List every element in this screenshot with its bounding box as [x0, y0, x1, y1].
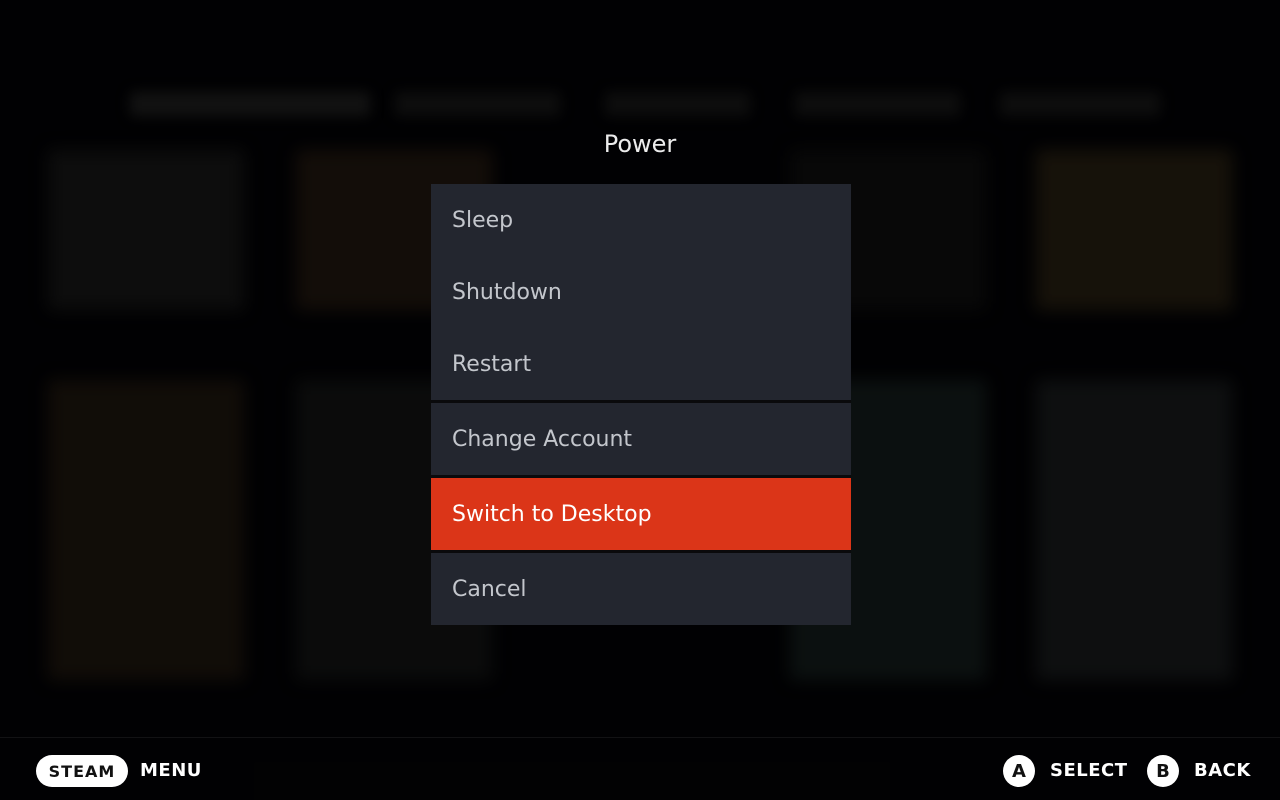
back-hint-label: BACK	[1194, 760, 1251, 781]
menu-group-power: Sleep Shutdown Restart	[431, 184, 851, 400]
menu-item-cancel[interactable]: Cancel	[431, 553, 851, 625]
menu-item-change-account[interactable]: Change Account	[431, 403, 851, 475]
menu-group-cancel: Cancel	[431, 553, 851, 625]
a-button-icon[interactable]: A	[1003, 755, 1035, 787]
menu-item-restart[interactable]: Restart	[431, 328, 851, 400]
menu-group-account: Change Account	[431, 403, 851, 475]
menu-item-switch-to-desktop[interactable]: Switch to Desktop	[431, 478, 851, 550]
menu-hint-label: MENU	[140, 760, 202, 781]
footer-hints: STEAM MENU A SELECT B BACK	[0, 737, 1280, 800]
menu-item-sleep[interactable]: Sleep	[431, 184, 851, 256]
menu-item-shutdown[interactable]: Shutdown	[431, 256, 851, 328]
steam-button[interactable]: STEAM	[36, 755, 128, 787]
b-button-icon[interactable]: B	[1147, 755, 1179, 787]
menu-group-desktop: Switch to Desktop	[431, 478, 851, 550]
power-menu: Sleep Shutdown Restart Change Account Sw…	[431, 184, 851, 625]
select-hint-label: SELECT	[1050, 760, 1128, 781]
dialog-title: Power	[603, 130, 677, 158]
